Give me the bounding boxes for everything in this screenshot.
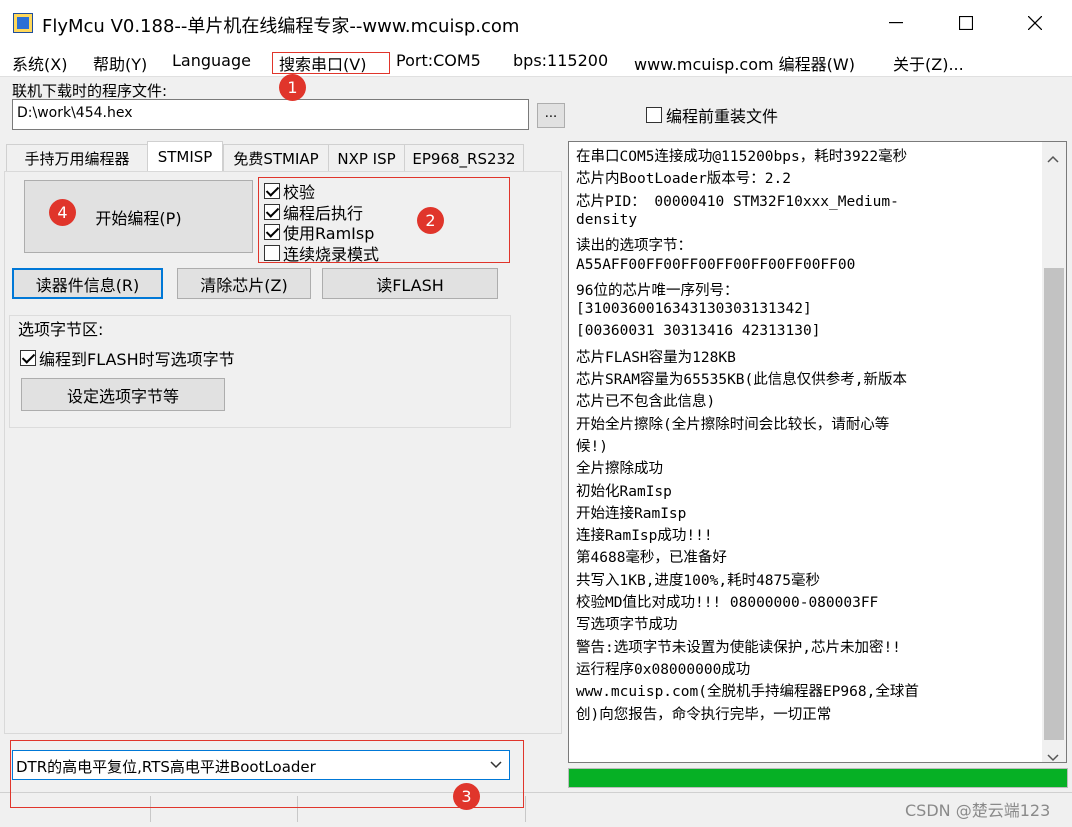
write-option-bytes-checkbox[interactable]: 编程到FLASH时写选项字节 — [20, 346, 235, 370]
log-line: www.mcuisp.com(全脱机手持编程器EP968,全球首 — [576, 684, 919, 701]
tab-stmisp[interactable]: STMISP — [147, 141, 223, 172]
log-line: 警告:选项字节未设置为使能读保护,芯片未加密!! — [576, 639, 901, 656]
annotation-badge-2: 2 — [417, 207, 444, 234]
annotation-badge-4: 4 — [49, 199, 76, 226]
close-icon[interactable] — [1012, 0, 1058, 46]
scroll-thumb[interactable] — [1044, 268, 1064, 740]
log-line: [00360031 30313416 42313130] — [576, 323, 821, 340]
log-line: 开始连接RamIsp — [576, 505, 687, 522]
tab-nxp-isp[interactable]: NXP ISP — [328, 144, 405, 172]
read-device-info-button[interactable]: 读器件信息(R) — [12, 268, 163, 299]
menu-bps[interactable]: bps:115200 — [513, 51, 608, 70]
log-line: 共写入1KB,进度100%,耗时4875毫秒 — [576, 572, 820, 589]
log-line: 运行程序0x08000000成功 — [576, 661, 751, 678]
log-line: 读出的选项字节： — [576, 238, 692, 255]
reload-file-checkbox[interactable]: 编程前重装文件 — [646, 103, 778, 127]
progress-bar — [568, 768, 1068, 788]
option-bytes-title: 选项字节区: — [16, 316, 106, 340]
tab-handheld[interactable]: 手持万用编程器 — [6, 144, 148, 172]
file-path-input[interactable]: D:\work\454.hex — [12, 99, 529, 130]
window-title: FlyMcu V0.188--单片机在线编程专家--www.mcuisp.com — [42, 16, 520, 37]
menu-bar: 系统(X) 帮助(Y) Language 搜索串口(V) Port:COM5 b… — [0, 46, 1072, 77]
annotation-box-2 — [258, 177, 510, 263]
maximize-icon[interactable] — [943, 0, 989, 46]
menu-help[interactable]: 帮助(Y) — [93, 51, 147, 75]
progress-fill — [569, 769, 1067, 787]
log-line: 芯片SRAM容量为65535KB(此信息仅供参考,新版本 — [576, 372, 907, 388]
browse-button[interactable]: ... — [537, 103, 565, 128]
checkbox-box[interactable] — [20, 350, 36, 366]
log-line: 连接RamIsp成功!!! — [576, 528, 713, 545]
log-line: 在串口COM5连接成功@115200bps，耗时3922毫秒 — [576, 149, 908, 165]
log-line: 芯片已不包含此信息) — [576, 394, 716, 411]
set-option-bytes-button[interactable]: 设定选项字节等 — [21, 378, 225, 411]
reload-file-label: 编程前重装文件 — [666, 107, 779, 126]
read-flash-button[interactable]: 读FLASH — [322, 268, 498, 299]
menu-about[interactable]: 关于(Z)... — [893, 51, 964, 75]
annotation-badge-1: 1 — [279, 74, 306, 101]
erase-chip-button[interactable]: 清除芯片(Z) — [177, 268, 311, 299]
menu-port[interactable]: Port:COM5 — [396, 51, 481, 70]
log-line: 96位的芯片唯一序列号： — [576, 282, 739, 299]
log-line: 校验MD值比对成功!!! 08000000-080003FF — [576, 595, 879, 611]
log-line: 芯片PID： 00000410 STM32F10xxx_Medium- — [576, 193, 899, 210]
log-line: density — [576, 211, 638, 228]
status-separator — [525, 796, 526, 822]
file-label: 联机下载时的程序文件: — [12, 82, 168, 100]
menu-programmer[interactable]: www.mcuisp.com 编程器(W) — [634, 51, 855, 75]
log-line: 开始全片擦除(全片擦除时间会比较长，请耐心等 — [576, 416, 890, 433]
log-line: 创)向您报告，命令执行完毕，一切正常 — [576, 706, 832, 723]
log-line: 第4688毫秒，已准备好 — [576, 550, 727, 567]
tab-free-stmiap[interactable]: 免费STMIAP — [223, 144, 329, 172]
log-line: 候!) — [576, 438, 608, 455]
minimize-icon[interactable] — [873, 0, 919, 46]
log-line: 芯片FLASH容量为128KB — [576, 349, 736, 366]
scroll-up-icon[interactable] — [1047, 149, 1059, 167]
title-bar: FlyMcu V0.188--单片机在线编程专家--www.mcuisp.com — [0, 0, 1072, 46]
tab-ep968[interactable]: EP968_RS232 — [404, 144, 524, 172]
log-line: [3100360016343130303131342] — [576, 301, 812, 318]
menu-system[interactable]: 系统(X) — [12, 51, 67, 75]
annotation-box-3 — [10, 740, 524, 808]
annotation-badge-3: 3 — [453, 783, 480, 810]
write-option-bytes-label: 编程到FLASH时写选项字节 — [39, 350, 235, 369]
watermark: CSDN @楚云端123 — [905, 801, 1051, 820]
app-icon — [13, 13, 33, 33]
log-line: 写选项字节成功 — [576, 617, 678, 634]
checkbox-box[interactable] — [646, 107, 662, 123]
log-line: 初始化RamIsp — [576, 483, 672, 500]
menu-language[interactable]: Language — [172, 51, 251, 70]
log-line: 全片擦除成功 — [576, 461, 663, 478]
annotation-box-1 — [272, 52, 390, 74]
log-line: A55AFF00FF00FF00FF00FF00FF00FF00 — [576, 256, 856, 273]
scroll-down-icon[interactable] — [1047, 748, 1059, 766]
log-line: 芯片内BootLoader版本号：2.2 — [576, 171, 791, 188]
